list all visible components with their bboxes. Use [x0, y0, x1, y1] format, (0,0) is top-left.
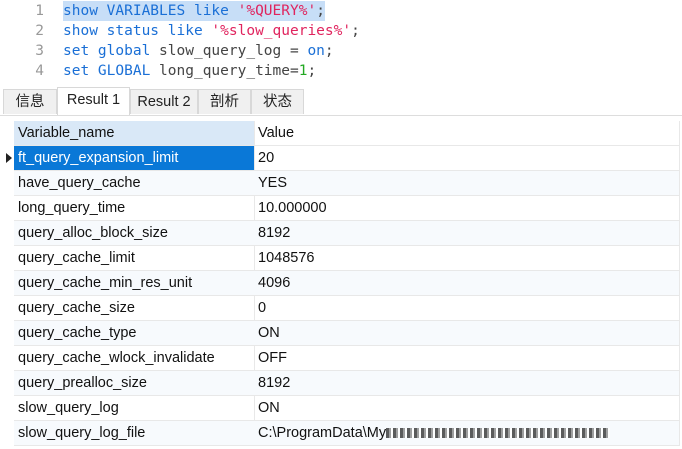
value-cell[interactable]: ON [254, 321, 680, 346]
value-text: 0 [258, 300, 267, 316]
value-text: YES [258, 175, 288, 191]
value-cell[interactable]: OFF [254, 346, 680, 371]
keyword: set [63, 43, 90, 59]
tab-info[interactable]: 信息 [3, 89, 57, 114]
variable-name-cell[interactable]: query_alloc_block_size [14, 221, 255, 246]
keyword: GLOBAL [89, 63, 151, 79]
punctuation: ; [307, 63, 317, 79]
keyword: show [63, 3, 98, 19]
code-line: 1 show VARIABLES like '%QUERY%'; [0, 1, 682, 21]
table-row[interactable]: slow_query_log ON [0, 396, 682, 421]
column-header-value[interactable]: Value [254, 121, 680, 146]
line-number: 4 [35, 63, 44, 79]
table-row[interactable]: query_alloc_block_size 8192 [0, 221, 682, 246]
keyword: global [89, 43, 151, 59]
keyword: like [185, 3, 229, 19]
variable-name-cell[interactable]: ft_query_expansion_limit [14, 146, 255, 171]
variable-name-cell[interactable]: slow_query_log [14, 396, 255, 421]
table-row[interactable]: query_cache_size 0 [0, 296, 682, 321]
identifier: long_query_time= [150, 63, 299, 79]
tab-result-1[interactable]: Result 1 [57, 87, 130, 115]
current-row-marker-icon [6, 153, 12, 163]
table-row[interactable]: long_query_time 10.000000 [0, 196, 682, 221]
punctuation: ; [324, 43, 334, 59]
value-text: 20 [258, 150, 275, 166]
table-row[interactable]: query_cache_wlock_invalidate OFF [0, 346, 682, 371]
variable-name-cell[interactable]: query_cache_size [14, 296, 255, 321]
variable-name-cell[interactable]: query_cache_min_res_unit [14, 271, 255, 296]
keyword: VARIABLES [97, 3, 186, 19]
value-cell[interactable]: ON [254, 396, 680, 421]
table-row[interactable]: slow_query_log_file C:\ProgramData\My [0, 421, 682, 446]
table-header: Variable_name Value [0, 121, 682, 146]
table-row[interactable]: query_cache_limit 1048576 [0, 246, 682, 271]
value-cell[interactable]: 1048576 [254, 246, 680, 271]
value-cell[interactable]: 0 [254, 296, 680, 321]
code-line: 2 show status like '%slow_queries%'; [0, 21, 682, 41]
value-cell[interactable]: 8192 [254, 221, 680, 246]
keyword: on [307, 43, 325, 59]
result-tabs: 信息 Result 1 Result 2 剖析 状态 [0, 83, 682, 116]
tab-result-2[interactable]: Result 2 [130, 89, 198, 114]
line-number: 3 [35, 43, 44, 59]
variable-name-cell[interactable]: slow_query_log_file [14, 421, 255, 446]
variable-name-cell[interactable]: long_query_time [14, 196, 255, 221]
line-number: 1 [35, 3, 44, 19]
table-row[interactable]: query_prealloc_size 8192 [0, 371, 682, 396]
variable-name-cell[interactable]: query_cache_type [14, 321, 255, 346]
identifier: slow_query_log = [150, 43, 308, 59]
value-cell[interactable]: 10.000000 [254, 196, 680, 221]
value-cell[interactable]: C:\ProgramData\My [254, 421, 680, 446]
tab-profile[interactable]: 剖析 [198, 89, 251, 114]
value-text: 8192 [258, 375, 291, 391]
variable-name-cell[interactable]: query_prealloc_size [14, 371, 255, 396]
keyword: show [63, 23, 98, 39]
string-literal: '%QUERY%' [228, 3, 317, 19]
punctuation: ; [316, 3, 325, 19]
value-cell[interactable]: 20 [254, 146, 680, 171]
value-text: ON [258, 400, 280, 416]
sql-editor[interactable]: 1 show VARIABLES like '%QUERY%'; 2 show st… [0, 0, 682, 83]
value-text: 8192 [258, 225, 291, 241]
value-text: 1048576 [258, 250, 315, 266]
table-row[interactable]: ft_query_expansion_limit 20 [0, 146, 682, 171]
table-row[interactable]: have_query_cache YES [0, 171, 682, 196]
value-text: C:\ProgramData\My [258, 425, 387, 441]
value-cell[interactable]: 4096 [254, 271, 680, 296]
obscured-text [386, 428, 611, 439]
variable-name-cell[interactable]: query_cache_wlock_invalidate [14, 346, 255, 371]
variable-name-cell[interactable]: query_cache_limit [14, 246, 255, 271]
table-row[interactable]: query_cache_type ON [0, 321, 682, 346]
code-line: 4 set GLOBAL long_query_time=1; [0, 61, 682, 81]
string-literal: '%slow_queries%' [202, 23, 352, 39]
column-header-variable-name[interactable]: Variable_name [14, 121, 255, 146]
tab-status[interactable]: 状态 [251, 89, 304, 114]
line-number: 2 [35, 23, 44, 39]
value-cell[interactable]: 8192 [254, 371, 680, 396]
punctuation: ; [351, 23, 360, 39]
value-text: 10.000000 [258, 200, 327, 216]
value-text: ON [258, 325, 280, 341]
table-row[interactable]: query_cache_min_res_unit 4096 [0, 271, 682, 296]
variable-name-cell[interactable]: have_query_cache [14, 171, 255, 196]
value-cell[interactable]: YES [254, 171, 680, 196]
value-text: 4096 [258, 275, 291, 291]
keyword: like [159, 23, 203, 39]
code-line: 3 set global slow_query_log = on; [0, 41, 682, 61]
keyword: status [97, 23, 160, 39]
value-text: OFF [258, 350, 287, 366]
keyword: set [63, 63, 90, 79]
